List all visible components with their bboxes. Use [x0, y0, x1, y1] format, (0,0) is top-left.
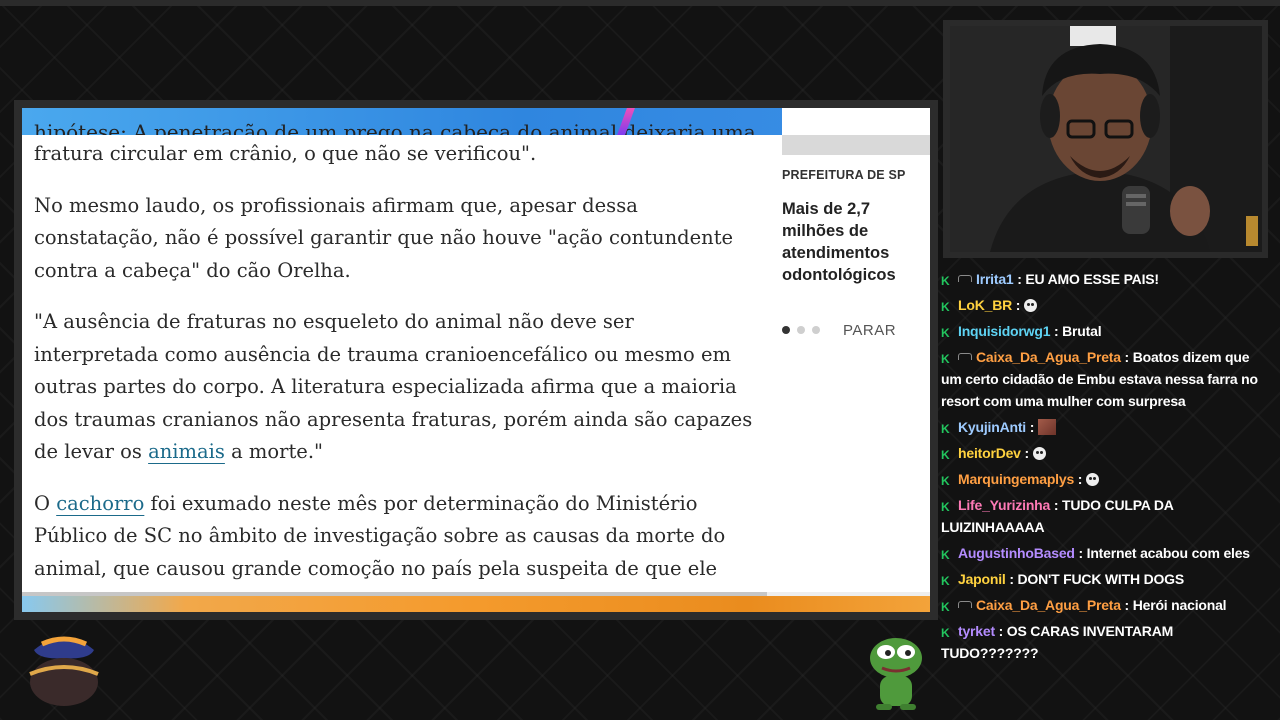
carousel-dot-1[interactable] [782, 326, 790, 334]
chat-username[interactable]: Irrita1 [976, 271, 1014, 287]
subscriber-badge-icon [958, 275, 972, 282]
kick-badge-icon: K [941, 500, 950, 514]
kick-badge-icon: K [941, 548, 950, 562]
browser-capture: hipótese: A penetração de um prego na ca… [22, 108, 930, 612]
chat-message: K Life_Yurizinha : TUDO CULPA DA LUIZINHA… [941, 494, 1271, 538]
chat-text: : Internet acabou com eles [1078, 545, 1250, 561]
kick-badge-icon: K [941, 448, 950, 462]
chat-message: K Marquingemaplys : [941, 468, 1271, 490]
kick-badge-icon: K [941, 626, 950, 640]
paragraph-text: O [34, 491, 57, 515]
cut-off-text: hipótese: A penetração de um prego na ca… [34, 120, 756, 135]
paragraph-text: a morte." [224, 440, 324, 463]
kick-badge-icon: K [941, 574, 950, 588]
animais-link[interactable]: animais [148, 440, 225, 463]
chat-text: : Herói nacional [1124, 597, 1227, 613]
chat-message: Ktyrket : OS CARAS INVENTARAM TUDO??????… [941, 620, 1271, 664]
carousel-dot-2[interactable] [797, 326, 805, 334]
related-headline[interactable]: Mais de 2,7 milhões de atendimentos odon… [782, 198, 930, 286]
stop-carousel-button[interactable]: PARAR [843, 322, 896, 339]
chat-message: K LoK_BR : [941, 294, 1271, 316]
chat-username[interactable]: KyujinAnti [958, 419, 1026, 435]
bottom-banner [22, 596, 930, 612]
chat-text: : EU AMO ESSE PAIS! [1017, 271, 1159, 287]
streamer-illustration [950, 26, 1262, 252]
skull-emote-icon [1024, 299, 1038, 312]
chat-message: K Irrita1 : EU AMO ESSE PAIS! [941, 268, 1271, 290]
kick-badge-icon: K [941, 474, 950, 488]
paragraph-text: "A ausência de fraturas no esqueleto do … [34, 310, 753, 463]
chat-username[interactable]: Inquisidorwg1 [958, 323, 1050, 339]
kick-badge-icon: K [941, 352, 950, 366]
webcam-feed [950, 26, 1262, 252]
kick-badge-icon: K [941, 422, 950, 436]
article-body: fratura circular em crânio, o que não se… [34, 138, 754, 612]
related-sidebar: PREFEITURA DE SP Mais de 2,7 milhões de … [782, 108, 930, 568]
article-paragraph-2: No mesmo laudo, os profissionais afirmam… [34, 193, 734, 282]
kick-badge-icon: K [941, 300, 950, 314]
chat-message: K KyujinAnti : [941, 416, 1271, 438]
chat-username[interactable]: Life_Yurizinha [958, 497, 1050, 513]
chat-message: K Japonil : DON'T FUCK WITH DOGS [941, 568, 1271, 590]
chat-message: K Inquisidorwg1 : Brutal [941, 320, 1271, 342]
chat-username[interactable]: tyrket [958, 623, 995, 639]
related-kicker: PREFEITURA DE SP [782, 168, 906, 182]
pepe-frog-sticker [870, 638, 922, 710]
carousel-pager: PARAR [782, 320, 930, 340]
chat-text: : [1015, 297, 1021, 313]
skull-emote-icon [1086, 473, 1100, 486]
mascot-sticker [29, 636, 99, 706]
chat-text: : [1077, 471, 1083, 487]
chat-username[interactable]: Caixa_Da_Agua_Preta [976, 597, 1121, 613]
subscriber-badge-icon [958, 353, 972, 360]
kick-badge-icon: K [941, 274, 950, 288]
chat-message: KheitorDev : [941, 442, 1271, 464]
carousel-dot-3[interactable] [812, 326, 820, 334]
chat-text: : Brutal [1054, 323, 1102, 339]
kick-badge-icon: K [941, 600, 950, 614]
chat-username[interactable]: Japonil [958, 571, 1006, 587]
chat-message: K AugustinhoBased : Internet acabou com e… [941, 542, 1271, 564]
chat-text: : [1024, 445, 1029, 461]
chat-username[interactable]: AugustinhoBased [958, 545, 1075, 561]
article-paragraph-1: fratura circular em crânio, o que não se… [34, 142, 537, 165]
chat-text: : [1029, 419, 1035, 435]
chat-username[interactable]: Caixa_Da_Agua_Preta [976, 349, 1121, 365]
cachorro-link[interactable]: cachorro [56, 492, 144, 515]
image-emote-icon [1038, 419, 1057, 435]
chat-text: : DON'T FUCK WITH DOGS [1009, 571, 1185, 587]
skull-emote-icon [1032, 447, 1046, 460]
chat-message: K Caixa_Da_Agua_Preta : Boatos dizem que … [941, 346, 1271, 412]
chat-username[interactable]: LoK_BR [958, 297, 1012, 313]
article-paragraph-3: "A ausência de fraturas no esqueleto do … [34, 306, 754, 469]
top-border [0, 0, 1280, 6]
chat-username[interactable]: heitorDev [958, 445, 1021, 461]
related-thumbnail[interactable] [782, 135, 930, 155]
chat-username[interactable]: Marquingemaplys [958, 471, 1074, 487]
kick-badge-icon: K [941, 326, 950, 340]
chat-message: K Caixa_Da_Agua_Preta : Herói nacional [941, 594, 1271, 616]
subscriber-badge-icon [958, 601, 972, 608]
chat-panel: K Irrita1 : EU AMO ESSE PAIS! K LoK_BR : K In… [941, 268, 1271, 668]
